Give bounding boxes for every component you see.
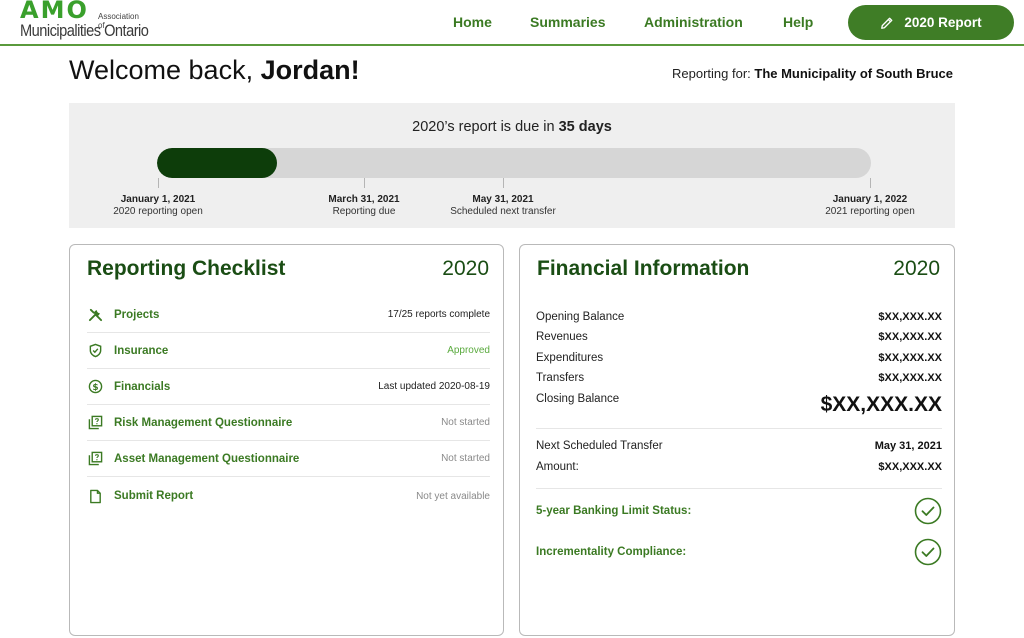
transfers-row: Transfers $XX,XXX.XX [536, 372, 942, 384]
banking-limit-label: 5-year Banking Limit Status: [536, 505, 692, 517]
reporting-for-label: Reporting for: [672, 66, 755, 81]
checklist-label: Submit Report [114, 490, 194, 502]
welcome-heading: Welcome back, Jordan! [69, 55, 360, 86]
logo-wordmark: Municipalities Ontario [20, 21, 149, 40]
milestone-date: May 31, 2021 [472, 194, 534, 205]
check-circle-icon [914, 538, 942, 566]
checklist-label: Risk Management Questionnaire [114, 416, 293, 429]
reporting-checklist-card: Reporting Checklist 2020 Projects 17/25 … [69, 244, 504, 636]
next-transfer-row: Next Scheduled Transfer May 31, 2021 [536, 440, 942, 452]
reporting-for: Reporting for: The Municipality of South… [672, 66, 953, 81]
welcome-name: Jordan! [260, 55, 360, 85]
welcome-greeting: Welcome back, [69, 55, 261, 85]
checklist-item-risk-management[interactable]: Risk Management Questionnaire Not starte… [87, 405, 490, 441]
fin-value: $XX,XXX.XX [878, 331, 942, 343]
divider [536, 428, 942, 429]
nav-administration[interactable]: Administration [644, 14, 743, 30]
checklist-label: Projects [114, 308, 160, 321]
document-icon [87, 488, 103, 504]
milestone-tick [870, 178, 871, 188]
checklist-label: Asset Management Questionnaire [114, 452, 300, 465]
expenditures-row: Expenditures $XX,XXX.XX [536, 352, 942, 364]
fin-value: May 31, 2021 [874, 440, 942, 452]
fin-label: Amount: [536, 461, 579, 473]
check-circle-icon [914, 497, 942, 525]
logo-mark: AMO [20, 0, 89, 24]
checklist-status: 17/25 reports complete [387, 309, 490, 320]
amo-logo[interactable]: AMO Association of Municipalities Ontari… [20, 0, 149, 44]
checklist-status: Not started [441, 453, 490, 464]
shield-check-icon [87, 343, 103, 359]
questionnaire-icon [87, 451, 103, 467]
milestone-reporting-due: March 31, 2021 Reporting due [328, 193, 399, 218]
milestone-desc: 2020 reporting open [113, 206, 203, 217]
questionnaire-icon [87, 415, 103, 431]
report-button-label: 2020 Report [904, 15, 982, 30]
checklist-status: Last updated 2020-08-19 [378, 381, 490, 392]
milestone-reporting-open-2021: January 1, 2022 2021 reporting open [825, 193, 915, 218]
fin-value: $XX,XXX.XX [878, 372, 942, 384]
financial-title: Financial Information [537, 257, 750, 280]
milestone-reporting-open-2020: January 1, 2021 2020 reporting open [113, 193, 203, 218]
checklist-year: 2020 [442, 257, 489, 280]
fin-value: $XX,XXX.XX [878, 352, 942, 364]
top-header: AMO Association of Municipalities Ontari… [0, 0, 1024, 46]
opening-balance-row: Opening Balance $XX,XXX.XX [536, 311, 942, 323]
incrementality-compliance-row: Incrementality Compliance: [536, 538, 942, 566]
progress-fill [157, 148, 277, 178]
milestone-date: March 31, 2021 [328, 194, 400, 205]
checklist-title: Reporting Checklist [87, 257, 286, 280]
fin-label: Transfers [536, 372, 585, 384]
milestone-tick [364, 178, 365, 188]
checklist-item-projects[interactable]: Projects 17/25 reports complete [87, 297, 490, 333]
divider [536, 488, 942, 489]
checklist-label: Insurance [114, 344, 169, 357]
fin-value: $XX,XXX.XX [878, 461, 942, 473]
fin-label: Expenditures [536, 352, 604, 364]
financial-year: 2020 [893, 257, 940, 280]
milestone-date: January 1, 2022 [832, 194, 908, 205]
closing-balance-row: Closing Balance $XX,XXX.XX [536, 393, 942, 417]
due-days: 35 days [558, 119, 612, 135]
checklist-item-submit-report[interactable]: Submit Report Not yet available [87, 478, 490, 514]
banking-limit-status-row: 5-year Banking Limit Status: [536, 497, 942, 525]
amount-row: Amount: $XX,XXX.XX [536, 461, 942, 473]
milestone-tick [503, 178, 504, 188]
fin-label: Next Scheduled Transfer [536, 440, 663, 452]
pencil-icon [881, 17, 893, 29]
svg-text:$: $ [92, 383, 98, 393]
progress-track [157, 148, 871, 178]
fin-label: Revenues [536, 331, 588, 343]
milestone-desc: 2021 reporting open [825, 206, 915, 217]
checklist-status: Not yet available [416, 490, 490, 502]
checklist-item-insurance[interactable]: Insurance Approved [87, 333, 490, 369]
fin-value: $XX,XXX.XX [878, 311, 942, 323]
checklist-item-asset-management[interactable]: Asset Management Questionnaire Not start… [87, 441, 490, 477]
nav-home[interactable]: Home [453, 14, 492, 30]
milestone-desc: Reporting due [332, 206, 396, 217]
checklist-item-financials[interactable]: $ Financials Last updated 2020-08-19 [87, 369, 490, 405]
nav-help[interactable]: Help [783, 14, 813, 30]
municipality-name: The Municipality of South Bruce [754, 66, 953, 81]
incrementality-label: Incrementality Compliance: [536, 546, 687, 558]
milestone-date: January 1, 2021 [120, 194, 196, 205]
checklist-status: Approved [447, 345, 490, 356]
closing-balance-value: $XX,XXX.XX [820, 393, 942, 416]
report-timeline: 2020’s report is due in 35 days January … [69, 103, 955, 228]
dollar-circle-icon: $ [87, 379, 103, 395]
report-button[interactable]: 2020 Report [848, 5, 1014, 40]
financial-information-card: Financial Information 2020 Opening Balan… [519, 244, 955, 636]
milestone-desc: Scheduled next transfer [450, 206, 556, 217]
nav-summaries[interactable]: Summaries [530, 14, 605, 30]
fin-label: Closing Balance [536, 393, 620, 405]
due-message: 2020’s report is due in 35 days [69, 119, 955, 135]
milestone-next-transfer: May 31, 2021 Scheduled next transfer [450, 193, 556, 218]
fin-label: Opening Balance [536, 311, 625, 323]
checklist-label: Financials [114, 380, 171, 393]
tools-icon [87, 307, 103, 323]
checklist-status: Not started [441, 417, 490, 428]
milestone-tick [158, 178, 159, 188]
due-prefix: 2020’s report is due in [412, 119, 559, 135]
revenues-row: Revenues $XX,XXX.XX [536, 331, 942, 343]
